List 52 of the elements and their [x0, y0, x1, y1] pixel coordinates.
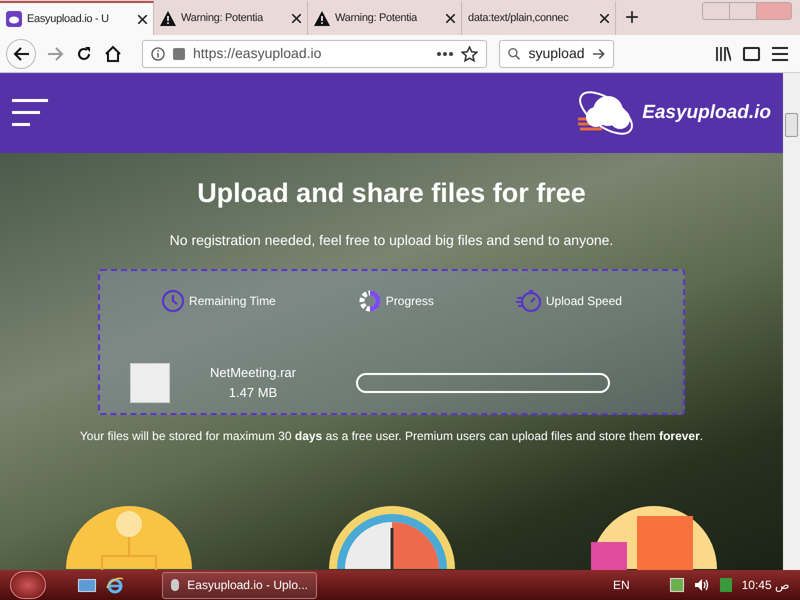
desktop-icon[interactable]	[78, 578, 96, 592]
file-thumbnail	[130, 362, 170, 402]
hero-title: Upload and share files for free	[197, 177, 586, 210]
scrollbar[interactable]	[783, 73, 800, 570]
browser-icon[interactable]	[106, 576, 124, 594]
close-icon[interactable]	[600, 14, 609, 22]
search-field[interactable]: syupload	[499, 40, 614, 68]
close-icon[interactable]	[138, 14, 147, 24]
browser-tab[interactable]: Easyupload.io - U	[0, 1, 154, 35]
tab-title: Warning: Potentia	[335, 10, 418, 26]
stat-label: Progress	[386, 292, 434, 310]
language-indicator[interactable]: EN	[612, 576, 630, 594]
sidebar-icon[interactable]	[743, 46, 760, 60]
stopwatch-icon	[516, 288, 542, 312]
back-arrow-icon	[13, 46, 29, 60]
back-button[interactable]	[6, 38, 36, 68]
start-button[interactable]	[10, 571, 46, 599]
arrow-icon	[592, 48, 605, 60]
menu-icon[interactable]	[12, 99, 48, 127]
warning-icon	[160, 10, 176, 26]
address-bar[interactable]: https://easyupload.io	[142, 40, 487, 68]
app-icon	[171, 579, 180, 591]
menu-icon[interactable]	[772, 46, 788, 60]
stat-label: Remaining Time	[189, 292, 276, 310]
info-icon	[151, 46, 165, 60]
close-icon[interactable]	[446, 14, 455, 22]
reload-icon[interactable]	[76, 46, 92, 62]
volume-icon[interactable]	[694, 578, 710, 592]
tab-title: Warning: Potentia	[181, 10, 264, 26]
progress-ring-icon	[358, 288, 382, 312]
library-icon[interactable]	[715, 46, 731, 60]
warning-icon	[314, 10, 330, 26]
clock-icon	[161, 288, 186, 312]
stat-label: Upload Speed	[546, 292, 622, 310]
more-icon[interactable]	[437, 52, 453, 56]
logo-text[interactable]: Easyupload.io	[642, 98, 771, 128]
tab-title: data:text/plain,connec	[468, 10, 570, 26]
cloud-icon	[6, 11, 22, 27]
clock-text[interactable]: 10:45 ص	[742, 576, 790, 594]
tab-title: Easyupload.io - U	[27, 12, 110, 27]
file-size: 1.47 MB	[228, 384, 278, 402]
forward-arrow-icon[interactable]	[48, 46, 64, 60]
search-icon	[508, 46, 520, 60]
star-icon[interactable]	[461, 46, 478, 62]
home-icon[interactable]	[104, 44, 122, 62]
file-name: NetMeeting.rar	[210, 364, 296, 382]
taskbar-window-button[interactable]: Easyupload.io - Uplo...	[162, 572, 317, 598]
url-text: https://easyupload.io	[193, 44, 322, 63]
storage-notice: Your files will be stored for maximum 30 days as a free user. Premium users can upload files and store them forever.	[80, 428, 704, 444]
new-tab-button[interactable]: +	[616, 1, 648, 35]
hero-subtitle: No registration needed, feel free to upload big files and send to anyone.	[170, 230, 614, 250]
close-icon[interactable]	[292, 14, 301, 22]
